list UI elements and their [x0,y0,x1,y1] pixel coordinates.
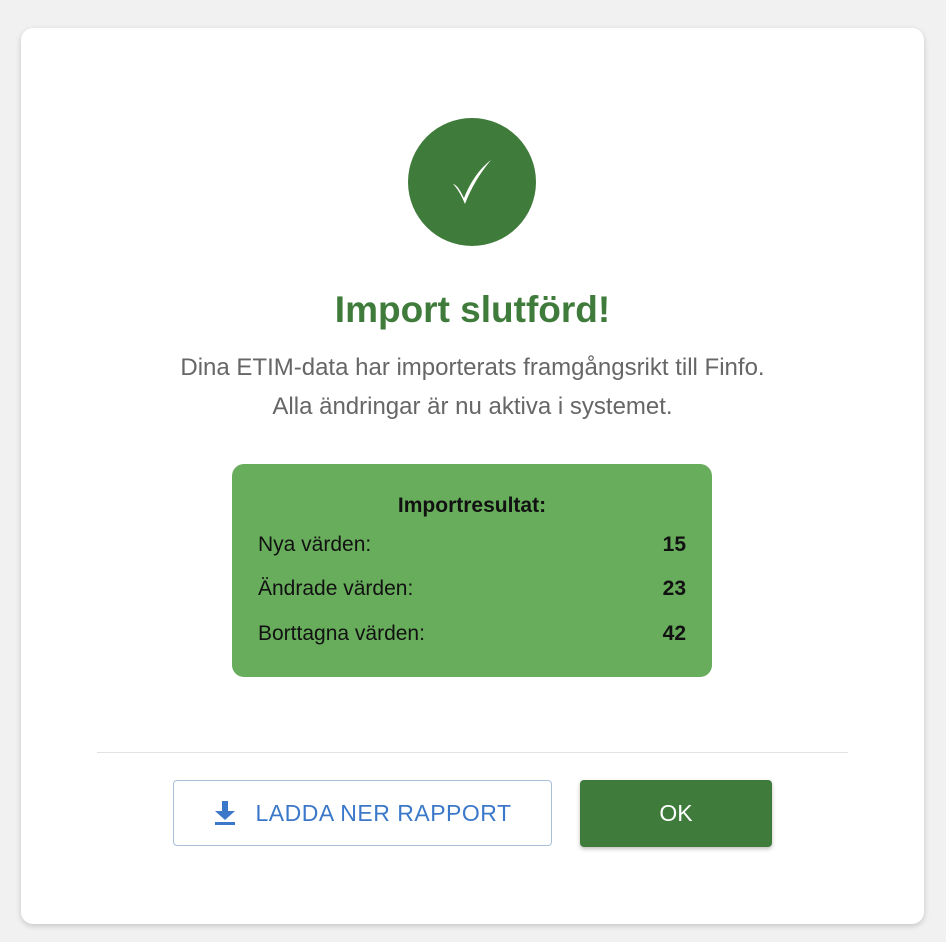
message-line: Alla ändringar är nu aktiva i systemet. [272,393,673,420]
dialog-title: Import slutförd! [334,289,611,330]
result-row-removed: Borttagna värden: 42 [258,619,686,649]
footer-divider [97,752,848,753]
download-report-label: LADDA NER RAPPORT [255,799,512,826]
import-results-panel: Importresultat: Nya värden: 15 Ändrade v… [232,464,712,677]
result-row-new: Nya värden: 15 [258,530,686,560]
download-icon [213,800,237,826]
result-label: Ändrade värden: [258,577,414,600]
import-complete-dialog: Import slutförd! Dina ETIM-data har impo… [21,28,924,924]
download-report-button[interactable]: LADDA NER RAPPORT [173,780,552,846]
result-label: Borttagna värden: [258,622,425,645]
result-value: 42 [662,622,686,645]
dialog-message: Dina ETIM-data har importerats framgångs… [21,348,924,426]
result-label: Nya värden: [258,533,372,556]
result-row-changed: Ändrade värden: 23 [258,574,686,604]
success-badge [408,118,536,246]
results-title: Importresultat: [397,494,547,517]
checkmark-icon [449,157,495,207]
result-value: 23 [662,577,686,600]
result-value: 15 [662,533,686,556]
ok-button[interactable]: OK [580,780,772,847]
message-line: Dina ETIM-data har importerats framgångs… [180,354,765,381]
